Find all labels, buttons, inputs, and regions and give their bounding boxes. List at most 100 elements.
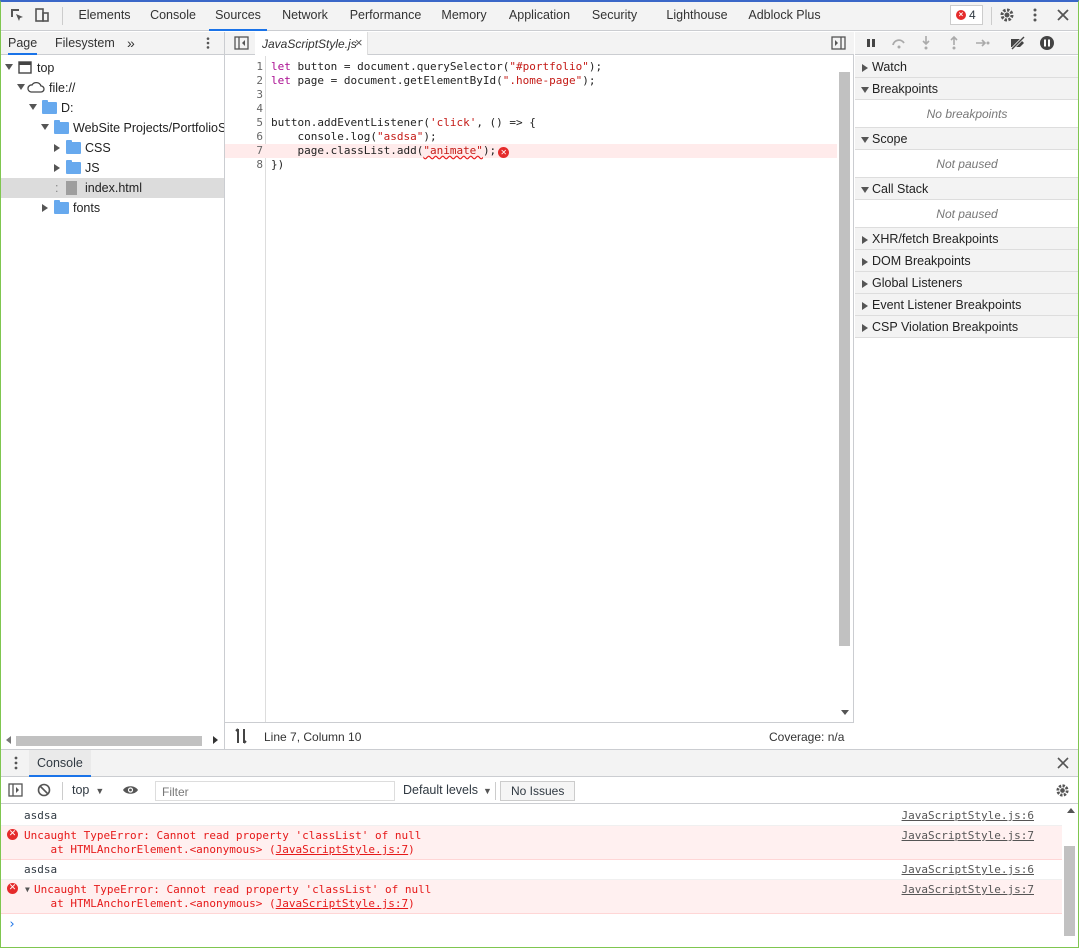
pause-icon[interactable] <box>865 37 877 49</box>
line-number[interactable]: 8 <box>225 158 263 172</box>
line-number[interactable]: 2 <box>225 74 263 88</box>
section-scope[interactable]: Scope <box>855 128 1079 150</box>
step-icon[interactable] <box>975 37 991 49</box>
log-levels-dropdown[interactable]: Default levels ▼ <box>403 783 492 797</box>
line-number[interactable]: 3 <box>225 88 263 102</box>
expand-triangle-icon[interactable] <box>29 104 37 110</box>
tab-performance[interactable]: Performance <box>344 0 427 31</box>
scroll-right-icon[interactable] <box>213 736 218 744</box>
drawer-tab-console[interactable]: Console <box>29 750 91 777</box>
tree-item-file[interactable]: file:// <box>0 78 224 98</box>
tree-item-js[interactable]: JS <box>0 158 224 178</box>
code-line[interactable]: button.addEventListener('click', () => { <box>271 116 536 130</box>
section-dom-breakpoints[interactable]: DOM Breakpoints <box>855 250 1079 272</box>
collapse-triangle-icon[interactable] <box>42 204 48 212</box>
inline-error-icon[interactable]: ✕ <box>498 147 510 158</box>
line-number[interactable]: 4 <box>225 102 263 116</box>
code-line[interactable]: let button = document.querySelector("#po… <box>271 60 602 74</box>
console-scrollbar[interactable] <box>1063 806 1077 946</box>
line-number[interactable]: 7 <box>225 144 263 158</box>
console-message-error[interactable]: ✕ ▼ Uncaught TypeError: Cannot read prop… <box>0 880 1062 914</box>
scroll-up-icon[interactable] <box>1067 808 1075 813</box>
collapse-triangle-icon[interactable] <box>862 324 868 332</box>
clear-console-icon[interactable] <box>37 783 51 797</box>
close-drawer-icon[interactable] <box>1057 757 1069 769</box>
tab-lighthouse[interactable]: Lighthouse <box>662 0 732 31</box>
scroll-down-icon[interactable] <box>841 710 849 715</box>
section-xhr-breakpoints[interactable]: XHR/fetch Breakpoints <box>855 228 1079 250</box>
message-source-link[interactable]: JavaScriptStyle.js:7 <box>902 883 1034 897</box>
section-csp-violation-breakpoints[interactable]: CSP Violation Breakpoints <box>855 316 1079 338</box>
expand-triangle-icon[interactable] <box>17 84 25 90</box>
step-into-icon[interactable] <box>921 35 931 50</box>
collapse-triangle-icon[interactable] <box>54 164 60 172</box>
step-out-icon[interactable] <box>949 35 959 50</box>
message-source-link[interactable]: JavaScriptStyle.js:7 <box>902 829 1034 843</box>
scrollbar-thumb[interactable] <box>16 736 202 746</box>
collapse-triangle-icon[interactable] <box>54 144 60 152</box>
console-message-log[interactable]: asdsa JavaScriptStyle.js:6 <box>0 806 1062 826</box>
tab-page[interactable]: Page <box>8 32 38 55</box>
more-tabs-chevron-icon[interactable]: » <box>127 32 135 55</box>
section-global-listeners[interactable]: Global Listeners <box>855 272 1079 294</box>
tab-memory[interactable]: Memory <box>435 0 493 31</box>
expand-triangle-icon[interactable] <box>861 137 869 143</box>
line-number[interactable]: 6 <box>225 130 263 144</box>
tab-sources[interactable]: Sources <box>209 0 267 31</box>
pretty-print-icon[interactable] <box>235 728 247 744</box>
toggle-debugger-icon[interactable] <box>831 36 846 50</box>
tab-elements[interactable]: Elements <box>72 0 137 31</box>
coverage-status[interactable]: Coverage: n/a <box>769 730 844 744</box>
expand-triangle-icon[interactable] <box>5 64 13 70</box>
step-over-icon[interactable] <box>891 37 907 49</box>
section-event-listener-breakpoints[interactable]: Event Listener Breakpoints <box>855 294 1079 316</box>
expand-triangle-icon[interactable]: ▼ <box>25 883 30 897</box>
code-line[interactable]: let page = document.getElementById(".hom… <box>271 74 596 88</box>
console-settings-gear-icon[interactable] <box>1055 783 1070 798</box>
tab-adblock-plus[interactable]: Adblock Plus <box>743 0 826 31</box>
toggle-navigator-icon[interactable] <box>234 36 249 50</box>
tab-application[interactable]: Application <box>502 0 577 31</box>
device-toolbar-icon[interactable] <box>34 7 50 23</box>
tree-item-project-folder[interactable]: WebSite Projects/PortfolioSit <box>0 118 224 138</box>
scrollbar-thumb[interactable] <box>1064 846 1075 936</box>
tab-network[interactable]: Network <box>275 0 335 31</box>
deactivate-breakpoints-icon[interactable] <box>1009 36 1027 50</box>
message-source-link[interactable]: JavaScriptStyle.js:6 <box>902 863 1034 877</box>
close-icon[interactable] <box>1055 7 1071 23</box>
error-counter-button[interactable]: × 4 <box>950 5 983 25</box>
section-call-stack[interactable]: Call Stack <box>855 178 1079 200</box>
more-options-icon[interactable] <box>1027 7 1043 23</box>
drawer-menu-icon[interactable] <box>10 756 22 770</box>
horizontal-scrollbar[interactable] <box>4 734 220 746</box>
collapse-triangle-icon[interactable] <box>862 280 868 288</box>
tree-item-index-html[interactable]: : index.html <box>0 178 224 198</box>
collapse-triangle-icon[interactable] <box>862 236 868 244</box>
eye-icon[interactable] <box>122 784 139 796</box>
file-tab-javascriptstyle[interactable]: JavaScriptStyle.js × <box>255 32 368 55</box>
code-line[interactable]: }) <box>271 158 284 172</box>
message-source-link[interactable]: JavaScriptStyle.js:6 <box>902 809 1034 823</box>
expand-triangle-icon[interactable] <box>861 187 869 193</box>
context-selector[interactable]: top ▼ <box>72 783 104 797</box>
inspect-element-icon[interactable] <box>9 7 25 23</box>
section-watch[interactable]: Watch <box>855 56 1079 78</box>
console-message-log[interactable]: asdsa JavaScriptStyle.js:6 <box>0 860 1062 880</box>
stack-frame-link[interactable]: JavaScriptStyle.js:7 <box>276 843 408 856</box>
code-line[interactable]: console.log("asdsa"); <box>271 130 436 144</box>
more-options-icon[interactable] <box>201 36 215 50</box>
section-breakpoints[interactable]: Breakpoints <box>855 78 1079 100</box>
tree-item-drive[interactable]: D: <box>0 98 224 118</box>
stack-frame-link[interactable]: JavaScriptStyle.js:7 <box>276 897 408 910</box>
show-sidebar-icon[interactable] <box>8 783 23 797</box>
tab-filesystem[interactable]: Filesystem <box>55 32 115 55</box>
scroll-left-icon[interactable] <box>6 736 11 744</box>
collapse-triangle-icon[interactable] <box>862 258 868 266</box>
issues-button[interactable]: No Issues <box>500 781 576 801</box>
filter-input[interactable]: Filter <box>155 781 395 801</box>
collapse-triangle-icon[interactable] <box>862 64 868 72</box>
console-prompt[interactable]: › <box>0 914 1062 936</box>
tree-item-top[interactable]: top <box>0 58 224 78</box>
code-line[interactable]: page.classList.add("animate"); ✕ <box>271 144 510 158</box>
tab-console[interactable]: Console <box>143 0 203 31</box>
